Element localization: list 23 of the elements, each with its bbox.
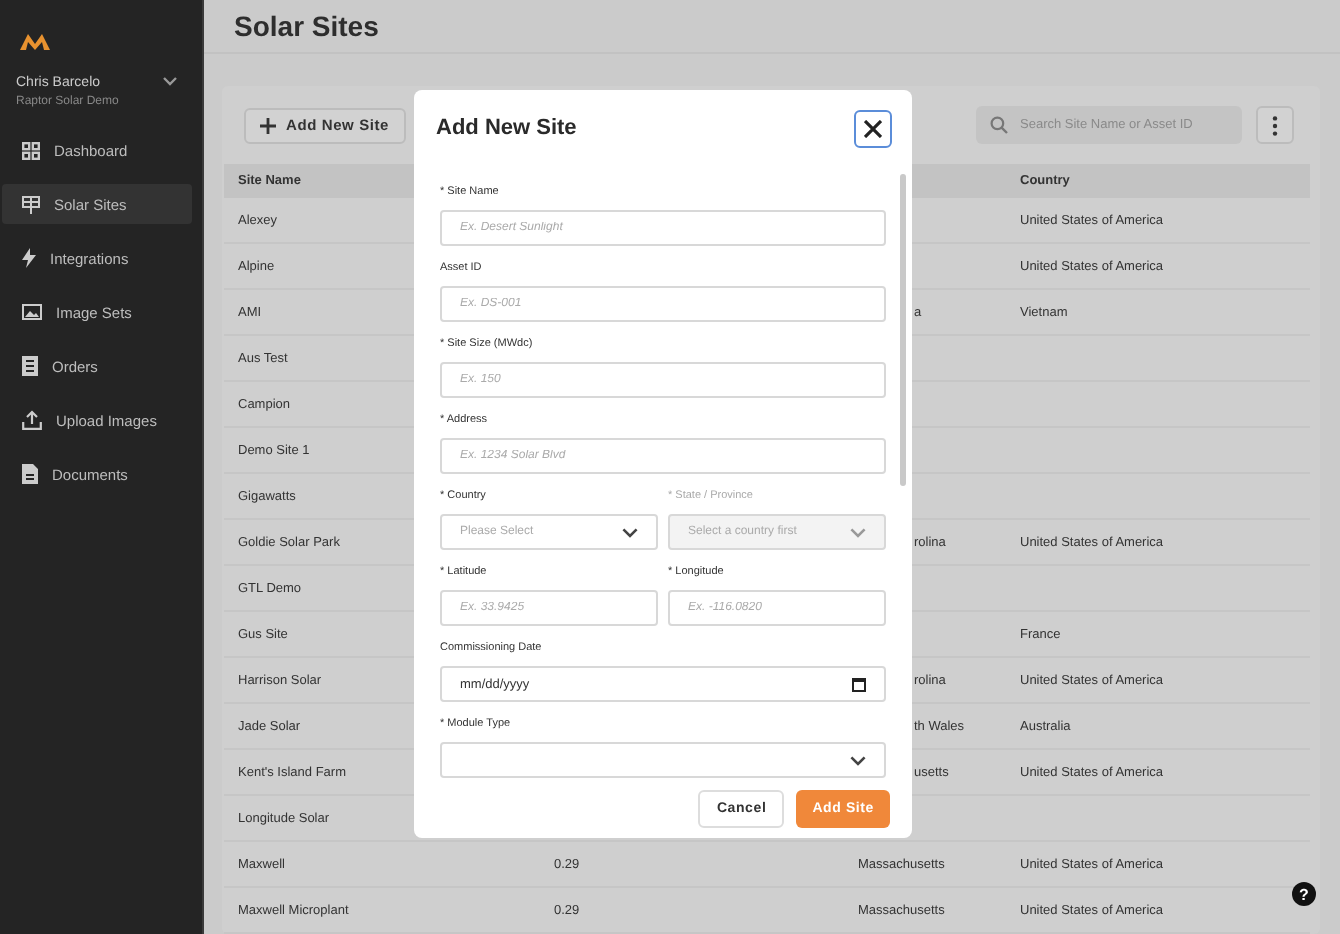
- chevron-down-icon: [850, 755, 866, 765]
- image-icon: [22, 304, 42, 320]
- plus-icon: [260, 117, 276, 133]
- chevron-down-icon[interactable]: [162, 76, 178, 86]
- scrollbar[interactable]: [900, 174, 906, 486]
- document-icon: [22, 356, 38, 376]
- upload-icon: [22, 410, 42, 430]
- logo-icon: [20, 32, 50, 50]
- close-button[interactable]: [854, 109, 892, 147]
- calendar-icon: [852, 676, 866, 692]
- chevron-down-icon: [622, 527, 638, 537]
- more-options-button[interactable]: [1256, 106, 1294, 144]
- solar-panel-icon: [22, 195, 40, 213]
- page-title: Solar Sites: [234, 10, 379, 42]
- more-vertical-icon: [1272, 115, 1278, 135]
- search-icon: [990, 116, 1008, 134]
- close-icon: [864, 119, 882, 137]
- dashboard-icon: [22, 141, 40, 159]
- chevron-down-icon: [850, 527, 866, 537]
- document-icon: [22, 464, 38, 484]
- lightning-icon: [22, 248, 36, 268]
- select-field[interactable]: [440, 742, 886, 778]
- dialog-title: Add New Site: [436, 116, 577, 140]
